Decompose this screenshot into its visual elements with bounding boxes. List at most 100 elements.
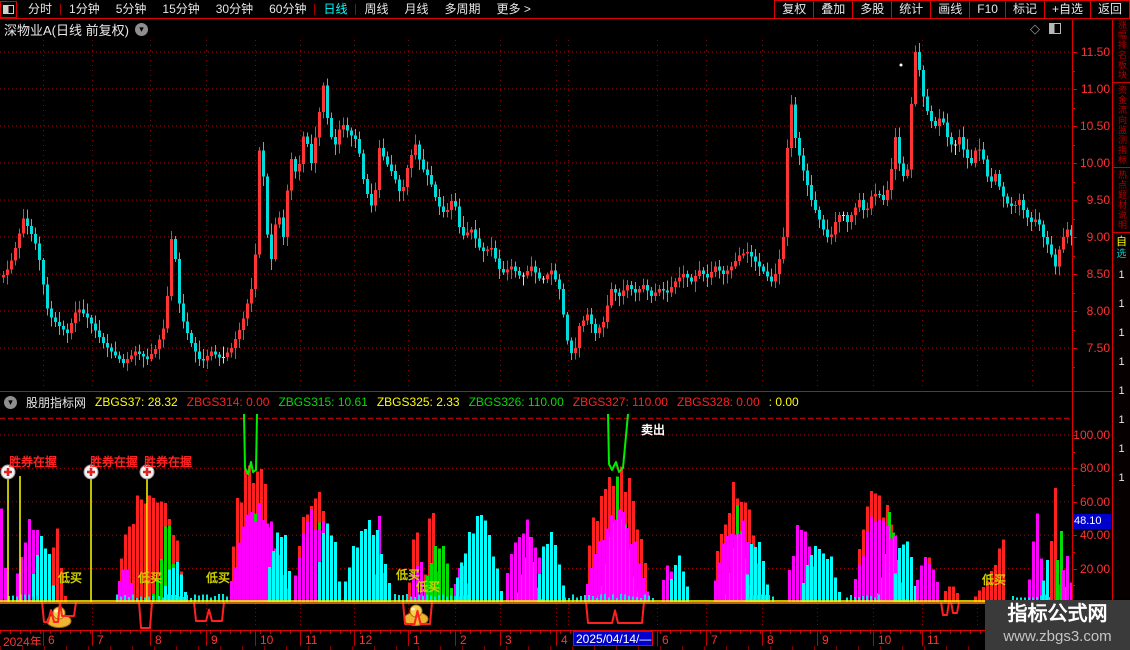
- month-separator: [92, 631, 93, 646]
- price-axis-label: 9.50: [1086, 193, 1110, 207]
- candlestick-chart[interactable]: [0, 40, 1072, 390]
- price-axis-label: 8.00: [1086, 304, 1110, 318]
- indicator-axis-label: 40.00: [1079, 528, 1110, 543]
- sidebar-vertical-text: 热点题材说明: [1117, 170, 1127, 230]
- timeline-month: 8: [155, 633, 162, 647]
- window-layout-icon[interactable]: [0, 0, 17, 18]
- axis-tick: [1073, 163, 1077, 164]
- hold-signal-label: 胜券在握: [90, 454, 138, 469]
- indicator-axis-label: 80.00: [1079, 461, 1110, 476]
- period-item[interactable]: 日线: [315, 1, 355, 18]
- selected-date: 2025/04/14/—: [573, 631, 653, 646]
- action-button[interactable]: 复权: [774, 0, 813, 19]
- action-button[interactable]: 叠加: [813, 0, 852, 19]
- period-item[interactable]: 周线: [356, 1, 396, 18]
- diamond-icon[interactable]: ◇: [1030, 22, 1040, 35]
- sell-notch: [243, 413, 258, 475]
- sidebar-divider: [1113, 82, 1130, 83]
- timeline-month: 8: [767, 633, 774, 647]
- price-axis-label: 8.50: [1086, 267, 1110, 281]
- month-separator: [922, 631, 923, 646]
- month-separator: [500, 631, 501, 646]
- period-item[interactable]: 月线: [397, 1, 437, 18]
- indicator-axis: 100.00 80.00 60.00 40.00 20.00 48.10: [1073, 412, 1112, 630]
- month-separator: [762, 631, 763, 646]
- sidebar-number-fragment: 1: [1118, 269, 1125, 281]
- month-separator: [706, 631, 707, 646]
- month-separator: [873, 631, 874, 646]
- month-separator: [255, 631, 256, 646]
- indicator-value: ZBGS326: 110.00: [468, 395, 564, 409]
- timeline-month: 9: [211, 633, 218, 647]
- timeline-month: 7: [97, 633, 104, 647]
- title-icons: ◇: [1030, 22, 1061, 35]
- chevron-down-icon[interactable]: ▾: [134, 23, 148, 36]
- period-item[interactable]: 15分钟: [154, 1, 207, 18]
- timeline-month: 1: [413, 633, 420, 647]
- action-button[interactable]: F10: [969, 0, 1005, 19]
- month-separator: [300, 631, 301, 646]
- period-item[interactable]: 1分钟: [61, 1, 108, 18]
- indicator-value: ZBGS37: 28.32: [95, 395, 178, 409]
- axis-tick: [1073, 274, 1077, 275]
- indicator-axis-label: 100.00: [1073, 428, 1110, 442]
- indicator-source[interactable]: 股朋指标网: [26, 394, 86, 411]
- indicator-value: ZBGS327: 110.00: [572, 395, 668, 409]
- sidebar-tab-highlight[interactable]: 自: [1116, 235, 1127, 249]
- period-item[interactable]: 多周期: [437, 1, 489, 18]
- indicator-value: ZBGS315: 10.61: [278, 395, 368, 409]
- tdx-window: 分时 1分钟 5分钟 15分钟 30分钟 60分钟 日线 周线 月线 多周期 更多 > 复权 叠加 多股…: [0, 0, 1130, 650]
- axis-tick: [1073, 89, 1077, 90]
- period-item[interactable]: 更多 >: [489, 1, 539, 18]
- sidebar-divider: [1113, 167, 1130, 168]
- timeline-month: 6: [48, 633, 55, 647]
- period-item[interactable]: 分时: [20, 1, 60, 18]
- sell-notch: [607, 413, 629, 473]
- axis-minor-tick: [1073, 107, 1075, 109]
- axis-minor-tick: [1073, 329, 1075, 331]
- timeline-month: 9: [822, 633, 829, 647]
- action-button[interactable]: 画线: [930, 0, 969, 19]
- title-bar: 深物业A(日线 前复权) ▾: [0, 19, 1060, 40]
- top-toolbar: 分时 1分钟 5分钟 15分钟 30分钟 60分钟 日线 周线 月线 多周期 更多 > 复权 叠加 多股…: [0, 0, 1130, 19]
- timeline-month: 7: [711, 633, 718, 647]
- price-axis-label: 11.50: [1080, 45, 1110, 59]
- watermark: 指标公式网 www.zbgs3.com: [985, 600, 1130, 650]
- axis-minor-tick: [1073, 366, 1075, 368]
- sidebar-number-fragment: 1: [1118, 385, 1125, 397]
- action-button[interactable]: 统计: [891, 0, 930, 19]
- indicator-chevron-icon[interactable]: ▾: [4, 395, 17, 409]
- axis-minor-tick: [1073, 255, 1075, 257]
- sidebar-vertical-text: 资金流向监测指标: [1117, 85, 1127, 165]
- panel-split-icon[interactable]: [1049, 23, 1061, 34]
- sidebar-number-fragment: 1: [1118, 472, 1125, 484]
- action-button[interactable]: +自选: [1043, 0, 1090, 19]
- month-separator: [354, 631, 355, 646]
- axis-minor-tick: [1073, 292, 1075, 294]
- buy-signal-label: 低买: [205, 570, 230, 585]
- buy-signal-label: 低买: [981, 572, 1006, 587]
- sidebar-number-fragment: 1: [1118, 414, 1125, 426]
- axis-tick: [1073, 237, 1077, 238]
- candlesticks: [2, 43, 1072, 371]
- period-item[interactable]: 30分钟: [208, 1, 261, 18]
- period-item[interactable]: 5分钟: [108, 1, 155, 18]
- timeline-month: 4: [561, 633, 568, 647]
- indicator-axis-label: 60.00: [1079, 494, 1110, 509]
- indicator-value: ZBGS314: 0.00: [186, 395, 270, 409]
- timeline[interactable]: 2024年 6 7 8 9 10 11 12 1 2 3 4 6 7 8 9 10 11 2025/04/14/—: [0, 630, 1130, 649]
- action-button[interactable]: 标记: [1004, 0, 1044, 19]
- action-button[interactable]: 返回: [1089, 0, 1130, 19]
- price-axis-label: 9.00: [1086, 230, 1110, 244]
- action-button[interactable]: 多股: [852, 0, 891, 19]
- indicator-chart[interactable]: 胜券在握 胜券在握 胜券在握低买 低买 低买 低买低买 低买卖出: [0, 412, 1072, 630]
- sidebar-tab[interactable]: 选: [1117, 249, 1127, 261]
- action-toolbar: 复权 叠加 多股 统计 画线 F10 标记 +自选 返回: [774, 0, 1130, 19]
- indicator-header: ▾ 股朋指标网 ZBGS37: 28.32 ZBGS314: 0.00 ZBGS31…: [0, 391, 1112, 412]
- axis-tick: [1073, 52, 1077, 53]
- timeline-month: 3: [505, 633, 512, 647]
- timeline-month: 6: [662, 633, 669, 647]
- period-item[interactable]: 60分钟: [261, 1, 314, 18]
- month-separator: [817, 631, 818, 646]
- indicator-axis-label: 20.00: [1079, 561, 1110, 576]
